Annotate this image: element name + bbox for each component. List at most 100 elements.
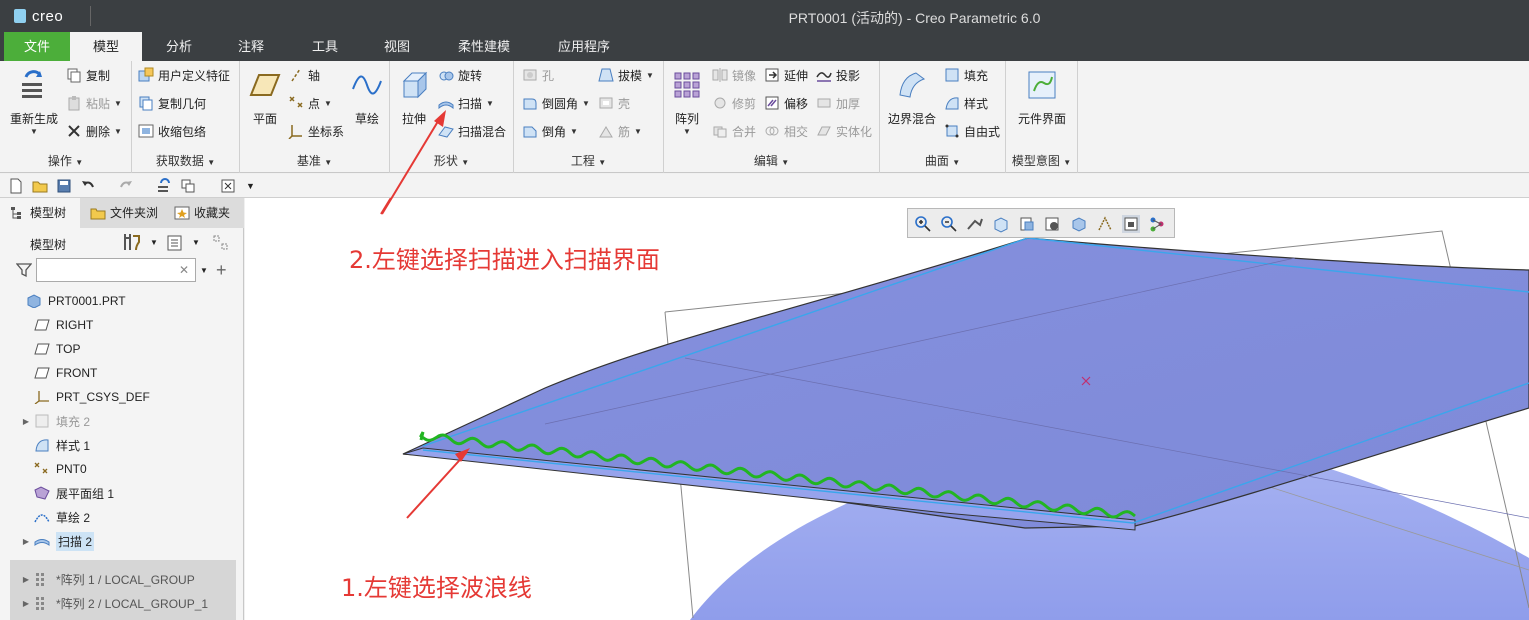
csys-button[interactable]: 坐标系	[288, 121, 344, 141]
show-list-icon[interactable]	[166, 234, 184, 252]
offset-button[interactable]: 偏移	[764, 93, 808, 113]
group-shapes-label[interactable]: 形状 ▼	[390, 152, 513, 169]
customize-toolbar-chevron-icon[interactable]: ▼	[246, 178, 262, 194]
tab-view[interactable]: 视图	[364, 32, 430, 61]
axis-button[interactable]: 轴	[288, 65, 320, 85]
chevron-down-icon[interactable]: ▼	[646, 71, 654, 80]
chevron-down-icon[interactable]: ▼	[582, 99, 590, 108]
group-datum-label[interactable]: 基准 ▼	[240, 152, 389, 169]
tab-folder-browser[interactable]: 文件夹浏	[80, 198, 162, 228]
group-engineering-label[interactable]: 工程 ▼	[514, 152, 663, 169]
swept-blend-button[interactable]: 扫描混合	[438, 121, 506, 141]
regenerate-button[interactable]: 重新生成 ▼	[6, 69, 62, 136]
paste-button[interactable]: 粘贴 ▼	[66, 93, 122, 113]
expand-arrow-icon[interactable]: ▶	[18, 599, 34, 608]
tab-applications[interactable]: 应用程序	[546, 32, 622, 61]
tree-settings-icon[interactable]	[122, 232, 142, 252]
extrude-button[interactable]: 拉伸	[394, 69, 434, 127]
tree-node-sweep[interactable]: ▶ 扫描 2	[18, 530, 95, 552]
group-editing-label[interactable]: 编辑 ▼	[664, 152, 879, 169]
solidify-button[interactable]: 实体化	[816, 121, 872, 141]
tree-node-right-plane[interactable]: RIGHT	[18, 314, 93, 336]
group-model-intent-label[interactable]: 模型意图 ▼	[1006, 152, 1077, 169]
chevron-down-icon[interactable]: ▼	[486, 99, 494, 108]
chevron-down-icon[interactable]: ▼	[192, 238, 200, 247]
tree-node-pattern-2[interactable]: ▶ *阵列 2 / LOCAL_GROUP_1	[18, 592, 208, 614]
chamfer-button[interactable]: 倒角 ▼	[522, 121, 578, 141]
sketch-button[interactable]: 草绘	[348, 69, 386, 127]
freestyle-button[interactable]: 自由式	[944, 121, 1000, 141]
chevron-down-icon[interactable]: ▼	[670, 127, 704, 136]
tab-model-tree[interactable]: 模型树	[0, 198, 80, 228]
open-folder-icon[interactable]	[32, 178, 48, 194]
extend-button[interactable]: 延伸	[764, 65, 808, 85]
sweep-button[interactable]: 扫描 ▼	[438, 93, 494, 113]
tree-node-top-plane[interactable]: TOP	[18, 338, 80, 360]
chevron-down-icon[interactable]: ▼	[200, 266, 208, 275]
saved-orientations-icon[interactable]	[992, 215, 1010, 233]
tab-favorites[interactable]: 收藏夹	[164, 198, 244, 228]
expand-arrow-icon[interactable]: ▶	[18, 537, 34, 546]
revolve-button[interactable]: 旋转	[438, 65, 482, 85]
draft-button[interactable]: 拔模 ▼	[598, 65, 654, 85]
point-button[interactable]: 点 ▼	[288, 93, 332, 113]
undo-icon[interactable]	[80, 178, 96, 194]
tree-node-pattern-1[interactable]: ▶ *阵列 1 / LOCAL_GROUP	[18, 568, 195, 590]
chevron-down-icon[interactable]: ▼	[6, 127, 62, 136]
tab-model[interactable]: 模型	[70, 32, 142, 61]
udf-button[interactable]: 用户定义特征	[138, 65, 230, 85]
chevron-down-icon[interactable]: ▼	[114, 99, 122, 108]
refit-icon[interactable]	[966, 215, 984, 233]
perspective-icon[interactable]	[1070, 215, 1088, 233]
save-icon[interactable]	[56, 178, 72, 194]
tree-search-input[interactable]: ✕	[36, 258, 196, 282]
graphics-viewport[interactable]: 2.左键选择扫描进入扫描界面 1.左键选择波浪线	[245, 198, 1529, 620]
display-style-icon[interactable]	[1018, 215, 1036, 233]
tree-node-fill[interactable]: ▶ 填充 2	[18, 410, 90, 432]
chevron-down-icon[interactable]: ▼	[634, 127, 642, 136]
plane-button[interactable]: 平面	[246, 69, 284, 127]
shell-button[interactable]: 壳	[598, 93, 630, 113]
group-get-data-label[interactable]: 获取数据 ▼	[132, 152, 239, 169]
filter-icon[interactable]	[16, 262, 32, 278]
expand-arrow-icon[interactable]: ▶	[18, 575, 34, 584]
regenerate-small-icon[interactable]	[156, 178, 172, 194]
tree-node-sketch[interactable]: 草绘 2	[18, 506, 90, 528]
shrinkwrap-button[interactable]: 收缩包络	[138, 121, 206, 141]
tree-node-point[interactable]: PNT0	[18, 458, 87, 480]
tab-analysis[interactable]: 分析	[146, 32, 212, 61]
new-file-icon[interactable]	[8, 178, 24, 194]
rib-button[interactable]: 筋 ▼	[598, 121, 642, 141]
component-interface-button[interactable]: 元件界面	[1010, 69, 1074, 127]
annotation-display-icon[interactable]	[1122, 215, 1140, 233]
copy-geometry-button[interactable]: 复制几何	[138, 93, 206, 113]
intersect-button[interactable]: 相交	[764, 121, 808, 141]
chevron-down-icon[interactable]: ▼	[570, 127, 578, 136]
expand-arrow-icon[interactable]: ▶	[18, 417, 34, 426]
trim-button[interactable]: 修剪	[712, 93, 756, 113]
tab-file[interactable]: 文件	[4, 32, 70, 61]
zoom-out-icon[interactable]	[940, 215, 958, 233]
boundary-blend-button[interactable]: 边界混合	[884, 69, 940, 127]
chevron-down-icon[interactable]: ▼	[324, 99, 332, 108]
tree-node-style[interactable]: 样式 1	[18, 434, 90, 456]
zoom-in-icon[interactable]	[914, 215, 932, 233]
tree-node-part[interactable]: PRT0001.PRT	[10, 290, 126, 312]
fill-button[interactable]: 填充	[944, 65, 988, 85]
view-manager-icon[interactable]	[1044, 215, 1062, 233]
clear-icon[interactable]: ✕	[179, 263, 189, 277]
tab-tools[interactable]: 工具	[292, 32, 358, 61]
mirror-button[interactable]: 镜像	[712, 65, 756, 85]
pattern-button[interactable]: 阵列 ▼	[670, 69, 704, 136]
delete-button[interactable]: 删除 ▼	[66, 121, 122, 141]
tree-node-flatten-quilt[interactable]: 展平面组 1	[18, 482, 114, 504]
tab-annotate[interactable]: 注释	[218, 32, 284, 61]
tree-node-front-plane[interactable]: FRONT	[18, 362, 97, 384]
redo-icon[interactable]	[118, 178, 134, 194]
spin-center-icon[interactable]	[1148, 215, 1166, 233]
chevron-down-icon[interactable]: ▼	[114, 127, 122, 136]
copy-button[interactable]: 复制	[66, 65, 110, 85]
add-filter-icon[interactable]: +	[216, 260, 227, 281]
thicken-button[interactable]: 加厚	[816, 93, 860, 113]
merge-button[interactable]: 合并	[712, 121, 756, 141]
